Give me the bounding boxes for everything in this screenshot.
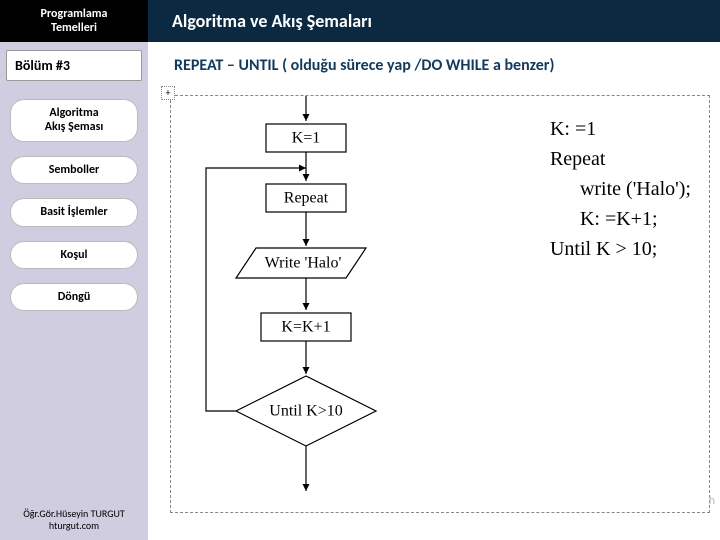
subtitle: REPEAT – UNTIL ( olduğu sürece yap /DO W… [174,56,708,75]
flow-action: Write 'Halo' [265,255,342,272]
pseudo-line-1: K: =1 [550,114,691,144]
pseudo-line-4: K: =K+1; [550,204,691,234]
flow-condition: Until K>10 [269,403,342,420]
watermark: h [709,494,716,508]
pseudocode: K: =1 Repeat write ('Halo'); K: =K+1; Un… [550,114,691,264]
diagram-container: + K=1 Repeat Write 'Halo' K= [170,95,710,513]
sidebar-item-condition[interactable]: Koşul [10,241,138,269]
chapter-label: Bölüm #3 [6,50,142,81]
sidebar-item-loop[interactable]: Döngü [10,283,138,311]
chapter-text: Bölüm #3 [15,57,70,74]
flow-repeat: Repeat [284,190,329,207]
pseudo-line-2: Repeat [550,144,691,174]
sidebar-item-symbols[interactable]: Semboller [10,156,138,184]
header-course-line1: Programlama [41,7,108,21]
content: REPEAT – UNTIL ( olduğu sürece yap /DO W… [148,42,720,540]
author-footer: Öğr.Gör.Hüseyin TURGUT hturgut.com [0,508,148,532]
sidebar-item-algorithm[interactable]: Algoritma Akış Şeması [10,99,138,142]
sidebar-item-label: Koşul [61,248,88,262]
sidebar-item-label: Semboller [49,163,100,177]
sidebar: Bölüm #3 Algoritma Akış Şeması Semboller… [0,42,148,540]
sidebar-item-label: Döngü [58,290,91,304]
pseudo-line-5: Until K > 10; [550,234,691,264]
flow-assign: K=1 [292,130,321,147]
header: Programlama Temelleri Algoritma ve Akış … [0,0,720,42]
sidebar-item-label: Basit İşlemler [40,205,107,219]
pseudo-line-3: write ('Halo'); [550,174,691,204]
author-site: hturgut.com [0,520,148,532]
flow-increment: K=K+1 [281,319,330,336]
sidebar-item-basic-ops[interactable]: Basit İşlemler [10,198,138,226]
header-course: Programlama Temelleri [0,0,148,42]
flowchart: K=1 Repeat Write 'Halo' K=K+1 Until K>10 [171,96,471,516]
header-title: Algoritma ve Akış Şemaları [148,0,720,42]
header-course-line2: Temelleri [51,21,97,35]
sidebar-item-label: Algoritma Akış Şeması [45,106,104,134]
page-title: Algoritma ve Akış Şemaları [172,10,372,32]
